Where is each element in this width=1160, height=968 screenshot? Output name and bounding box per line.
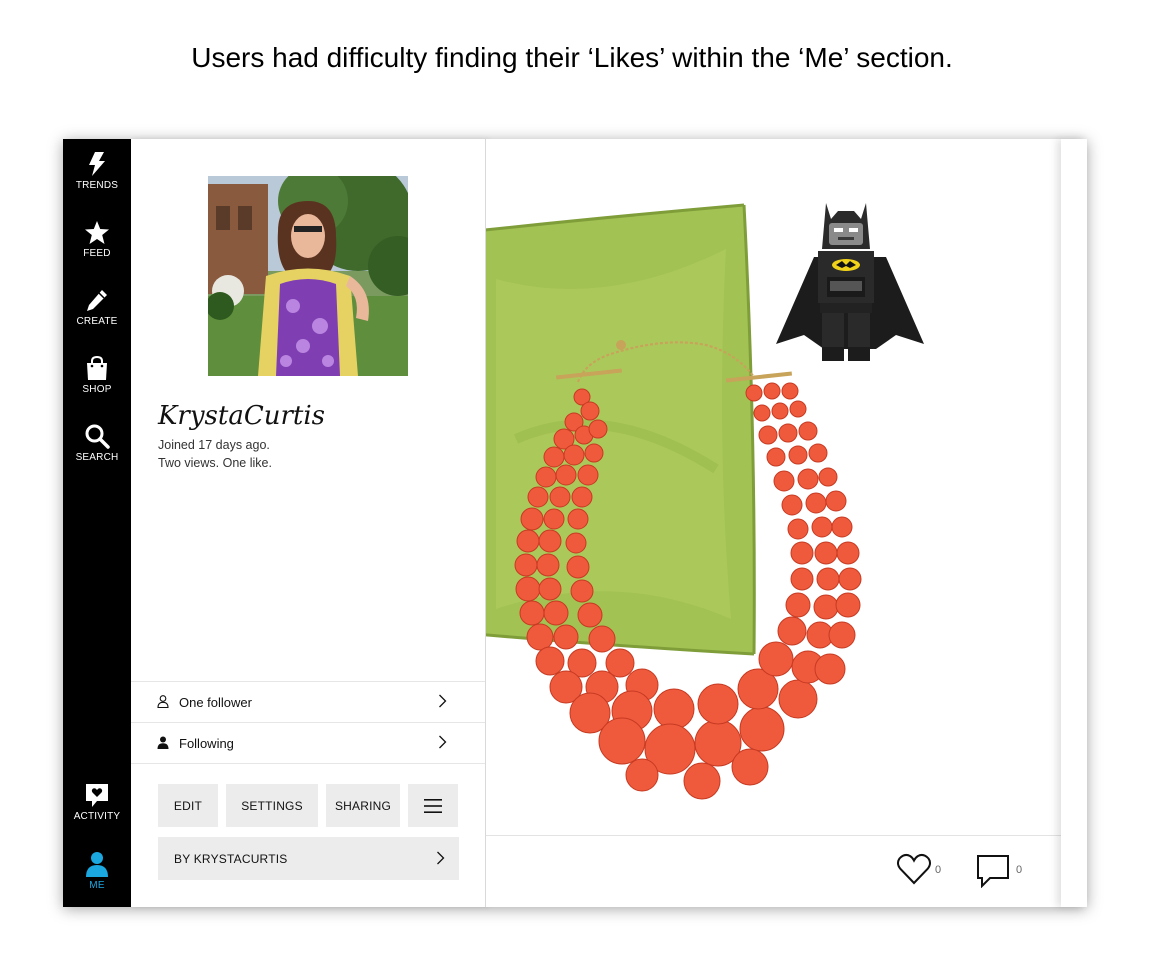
shopping-bag-icon: [87, 355, 107, 380]
comment-count: 0: [1016, 864, 1023, 876]
nav-item-activity[interactable]: ACTIVITY: [63, 783, 131, 822]
nav-item-feed[interactable]: FEED: [63, 220, 131, 259]
edit-button[interactable]: EDIT: [158, 784, 218, 827]
post-image[interactable]: [486, 139, 1061, 835]
chevron-right-icon: [439, 694, 447, 708]
like-count: 0: [935, 864, 942, 876]
nav-item-trends[interactable]: TRENDS: [63, 151, 131, 191]
pencil-icon: [87, 290, 107, 311]
profile-panel: KrystaCurtis Joined 17 days ago. Two vie…: [131, 139, 486, 907]
next-post-edge[interactable]: [1061, 139, 1087, 907]
speech-bubble-icon: [977, 855, 1009, 889]
person-icon: [86, 852, 108, 877]
person-icon: [157, 736, 169, 749]
nav-label: SEARCH: [75, 452, 119, 463]
comment-button[interactable]: [976, 854, 1010, 893]
menu-button[interactable]: [408, 784, 458, 827]
person-outline-icon: [157, 695, 169, 708]
lego-batman-figure: [776, 203, 924, 361]
nav-label: ACTIVITY: [73, 811, 121, 822]
heart-outline-icon: [897, 853, 931, 885]
username: KrystaCurtis: [158, 401, 326, 431]
nav-label: ME: [89, 880, 105, 891]
nav-label: SHOP: [82, 384, 112, 395]
stats-text: Two views. One like.: [158, 456, 272, 470]
nav-label: CREATE: [76, 316, 118, 327]
settings-button[interactable]: SETTINGS: [226, 784, 318, 827]
star-icon: [85, 221, 109, 244]
byline-button[interactable]: BY KRYSTACURTIS: [158, 837, 459, 880]
nav-item-shop[interactable]: SHOP: [63, 355, 131, 395]
joined-text: Joined 17 days ago.: [158, 438, 270, 452]
app-window: TRENDS FEED CREATE SHOP SEARCH ACTIVITY …: [63, 139, 1087, 907]
nav-item-create[interactable]: CREATE: [63, 288, 131, 327]
byline-label: BY KRYSTACURTIS: [174, 852, 288, 866]
heart-speech-bubble-icon: [86, 784, 108, 807]
like-button[interactable]: [896, 852, 932, 891]
divider: [486, 835, 1061, 836]
chevron-right-icon: [439, 735, 447, 749]
divider: [131, 763, 485, 764]
nav-item-me[interactable]: ME: [63, 851, 131, 891]
nav-label: FEED: [83, 248, 111, 259]
following-label: Following: [179, 736, 234, 751]
caption: Users had difficulty finding their ‘Like…: [191, 42, 953, 73]
chevron-right-icon: [437, 851, 445, 865]
nav-label: TRENDS: [75, 180, 119, 191]
lightning-icon: [89, 152, 105, 176]
post-view: 0 0: [486, 139, 1061, 907]
following-row[interactable]: Following: [131, 722, 485, 763]
avatar[interactable]: [208, 176, 408, 376]
sharing-button[interactable]: SHARING: [326, 784, 400, 827]
nav-item-search[interactable]: SEARCH: [63, 423, 131, 463]
side-nav: TRENDS FEED CREATE SHOP SEARCH ACTIVITY …: [63, 139, 131, 907]
followers-row[interactable]: One follower: [131, 681, 485, 722]
hamburger-menu-icon: [424, 798, 442, 813]
search-icon: [85, 424, 110, 449]
followers-label: One follower: [179, 695, 252, 710]
